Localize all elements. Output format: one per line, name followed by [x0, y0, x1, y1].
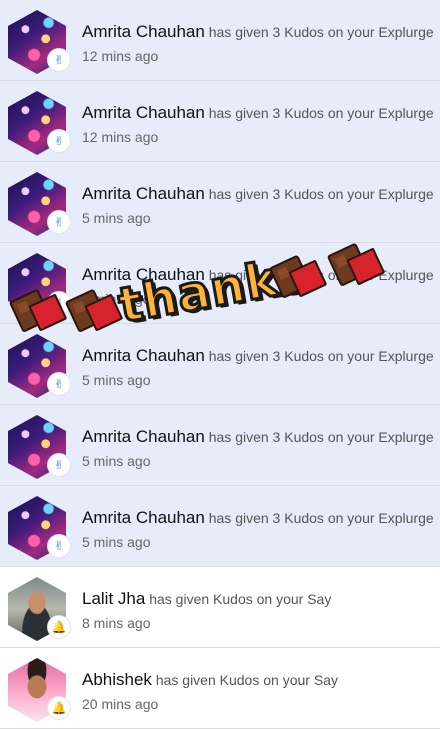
timestamp: 5 mins ago	[82, 210, 151, 226]
notification-message: has given 3 Kudos on your Explurge	[208, 105, 434, 121]
notification-row[interactable]: 🔔 Abhishek has given Kudos on your Say 2…	[0, 648, 440, 729]
notification-message: has given 3 Kudos on your Explurge	[208, 348, 434, 364]
timestamp: 8 mins ago	[82, 615, 151, 631]
kudos-hand-icon: ✌	[47, 534, 71, 558]
timestamp: 5 mins ago	[82, 534, 151, 550]
timestamp: 12 mins ago	[82, 48, 159, 64]
kudos-hand-icon: ✌	[47, 129, 71, 153]
user-name[interactable]: Amrita Chauhan	[82, 508, 205, 527]
notification-list: ✌ Amrita Chauhan has given 3 Kudos on yo…	[0, 0, 440, 729]
user-name[interactable]: Amrita Chauhan	[82, 103, 205, 122]
user-name[interactable]: Amrita Chauhan	[82, 346, 205, 365]
user-name[interactable]: Abhishek	[82, 670, 152, 689]
notification-message: has given 3 Kudos on your Explurge	[208, 186, 434, 202]
user-name[interactable]: Lalit Jha	[82, 589, 145, 608]
user-name[interactable]: Amrita Chauhan	[82, 427, 205, 446]
notification-message: has given 3 Kudos on your Explurge	[208, 429, 434, 445]
kudos-hand-icon: ✌	[47, 453, 71, 477]
notification-message: has given 3 Kudos on your Explurge	[208, 510, 434, 526]
bell-icon: 🔔	[47, 696, 71, 720]
kudos-hand-icon: ✌	[47, 48, 71, 72]
kudos-hand-icon: ✌	[47, 210, 71, 234]
kudos-hand-icon: ✌	[47, 372, 71, 396]
notification-row[interactable]: ✌ Amrita Chauhan has given 3 Kudos on yo…	[0, 405, 440, 486]
notification-row[interactable]: ✌ Amrita Chauhan has given 3 Kudos on yo…	[0, 81, 440, 162]
notification-row[interactable]: ✌ Amrita Chauhan has given 3 Kudos on yo…	[0, 324, 440, 405]
notification-row[interactable]: ✌ Amrita Chauhan has given 3 Kudos on yo…	[0, 0, 440, 81]
notification-row[interactable]: 🔔 Lalit Jha has given Kudos on your Say …	[0, 567, 440, 648]
notification-row[interactable]: ✌ Amrita Chauhan has given 3 Kudos on yo…	[0, 486, 440, 567]
timestamp: 5 mins ago	[82, 453, 151, 469]
bell-icon: 🔔	[47, 615, 71, 639]
timestamp: 12 mins ago	[82, 129, 159, 145]
notification-message: has given Kudos on your Say	[149, 591, 332, 607]
timestamp: 20 mins ago	[82, 696, 159, 712]
notification-message: has given Kudos on your Say	[155, 672, 338, 688]
user-name[interactable]: Amrita Chauhan	[82, 22, 205, 41]
notification-row[interactable]: ✌ Amrita Chauhan has given 3 Kudos on yo…	[0, 162, 440, 243]
timestamp: 5 mins ago	[82, 372, 151, 388]
notification-message: has given 3 Kudos on your Explurge	[208, 24, 434, 40]
user-name[interactable]: Amrita Chauhan	[82, 184, 205, 203]
